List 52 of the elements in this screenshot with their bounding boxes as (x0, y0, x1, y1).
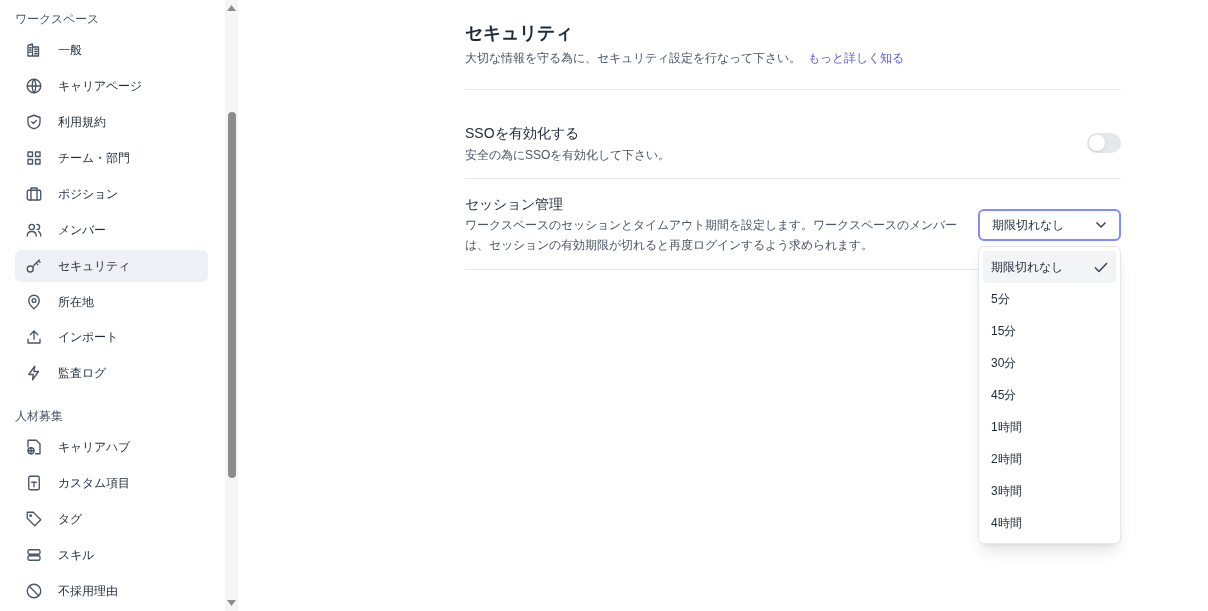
grid-icon (25, 148, 43, 167)
sidebar-item[interactable]: チーム・部門 (15, 141, 208, 174)
sidebar-item[interactable]: カスタム項目 (15, 467, 208, 500)
sso-toggle[interactable] (1087, 133, 1121, 153)
sidebar-item[interactable]: タグ (15, 503, 208, 536)
scroll-down-icon[interactable] (227, 600, 236, 606)
document-globe-icon (25, 438, 43, 457)
sidebar-item[interactable]: インポート (15, 321, 208, 354)
learn-more-link[interactable]: もっと詳しく知る (808, 51, 905, 65)
sidebar-item[interactable]: 不採用理由 (15, 575, 208, 608)
briefcase-icon (25, 184, 43, 203)
sso-title: SSOを有効化する (465, 124, 580, 143)
sidebar-item[interactable]: ポジション (15, 177, 208, 210)
section-heading: 人材募集 (15, 408, 64, 426)
sidebar-item[interactable]: メンバー (15, 213, 208, 246)
dropdown-option[interactable]: 1時間 (983, 411, 1116, 443)
dropdown-option[interactable]: 15分 (983, 315, 1116, 347)
chevron-down-icon (1095, 221, 1107, 229)
scroll-up-icon[interactable] (227, 5, 236, 11)
sidebar-item[interactable]: スキル (15, 539, 208, 572)
checkmark-icon (1094, 261, 1108, 273)
upload-icon (25, 328, 43, 347)
tag-icon (25, 510, 43, 529)
dropdown-option[interactable]: 5分 (983, 283, 1116, 315)
sidebar-item[interactable]: 監査ログ (15, 357, 208, 390)
sso-description: 安全の為にSSOを有効化して下さい。 (465, 147, 671, 164)
section-heading: ワークスペース (15, 11, 100, 28)
session-timeout-dropdown[interactable]: 期限切れなし (978, 209, 1121, 241)
sidebar-item[interactable]: 利用規約 (15, 105, 208, 138)
scrollbar[interactable] (225, 0, 238, 611)
dropdown-option[interactable]: 45分 (983, 379, 1116, 411)
page-description: 大切な情報を守る為に、セキュリティ設定を行なって下さい。 もっと詳しく知る (465, 50, 906, 67)
sidebar-item[interactable]: 所在地 (15, 285, 208, 318)
session-title: セッション管理 (465, 195, 564, 214)
dropdown-option[interactable]: 2時間 (983, 443, 1116, 475)
page-title: セキュリティ (465, 22, 574, 45)
key-icon (25, 256, 43, 275)
globe-icon (25, 76, 43, 95)
sidebar-item[interactable]: 一般 (15, 34, 208, 66)
ban-icon (25, 582, 43, 601)
sidebar-item[interactable]: キャリアハブ (15, 431, 208, 464)
scroll-thumb[interactable] (228, 112, 236, 478)
document-text-icon (25, 474, 43, 493)
sidebar-item[interactable]: セキュリティ (15, 249, 208, 282)
shield-check-icon (25, 112, 43, 131)
dropdown-option[interactable]: 期限切れなし (983, 251, 1116, 283)
map-pin-icon (25, 292, 43, 311)
session-description: ワークスペースのセッションとタイムアウト期間を設定します。ワークスペースのメンバーは、セッションの有効期限が切れると再度ログインするよう求められます。 (465, 217, 958, 254)
dropdown-option[interactable]: 30分 (983, 347, 1116, 379)
sidebar-item[interactable]: キャリアページ (15, 69, 208, 102)
dropdown-option[interactable]: 4時間 (983, 507, 1116, 539)
dropdown-option[interactable]: 3時間 (983, 475, 1116, 507)
